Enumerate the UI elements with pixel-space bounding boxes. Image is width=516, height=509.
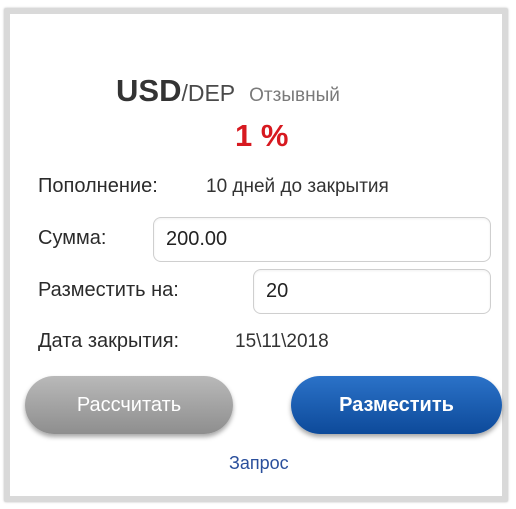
amount-label: Сумма:	[38, 227, 107, 249]
calculate-button[interactable]: Рассчитать	[25, 376, 233, 434]
deposit-type: Отзывный	[249, 85, 340, 106]
interest-rate: 1 %	[235, 118, 289, 153]
close-date-label: Дата закрытия:	[38, 330, 180, 352]
amount-input[interactable]	[153, 217, 491, 262]
request-link[interactable]: Запрос	[229, 453, 289, 474]
currency-suffix: /DEP	[181, 80, 236, 106]
place-deposit-button[interactable]: Разместить	[291, 376, 502, 434]
product-title: USD/DEP Отзывный	[116, 75, 340, 106]
term-label: Разместить на:	[38, 279, 179, 301]
replenishment-label: Пополнение:	[38, 175, 158, 197]
term-input[interactable]	[253, 269, 491, 314]
close-date-value: 15\11\2018	[235, 331, 329, 352]
currency-code: USD	[116, 73, 182, 108]
replenishment-value: 10 дней до закрытия	[206, 176, 389, 197]
